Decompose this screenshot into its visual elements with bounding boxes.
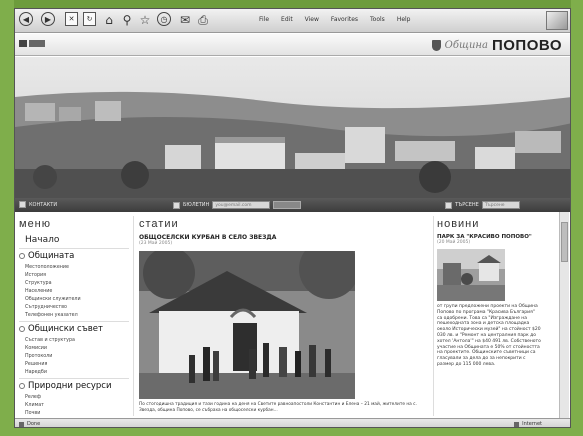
menu-item[interactable]: Релеф xyxy=(19,393,129,401)
menu-item[interactable]: Климат xyxy=(19,401,129,409)
column-divider xyxy=(433,216,434,416)
menu-home-link[interactable]: Начало xyxy=(19,234,129,246)
menu-item[interactable]: Наредби xyxy=(19,368,129,376)
coat-of-arms-icon xyxy=(431,40,441,51)
article-title[interactable]: ОБЩОСЕЛСКИ КУРБАН В СЕЛО ЗВЕЗДА xyxy=(139,234,427,241)
news-excerpt: от групи предложени проекти на Община По… xyxy=(437,304,541,367)
news-date: (20 Май 2005) xyxy=(437,240,471,245)
stop-icon[interactable]: ✕ xyxy=(65,12,78,26)
status-done: Done xyxy=(19,421,40,427)
menu-favorites[interactable]: Favorites xyxy=(331,16,358,23)
home-icon[interactable]: ⌂ xyxy=(101,12,117,28)
search-icon[interactable]: ⚲ xyxy=(119,12,135,28)
articles-column: статии ОБЩОСЕЛСКИ КУРБАН В СЕЛО ЗВЕЗДА (… xyxy=(139,218,427,413)
site-brand[interactable]: Община ПОПОВО xyxy=(431,37,562,54)
article-date: (23 Май 2005) xyxy=(139,241,173,246)
page-icon xyxy=(19,40,27,47)
menu-group-label: Общината xyxy=(28,251,75,261)
search-label: ТЪРСЕНЕ xyxy=(455,202,479,208)
history-icon[interactable]: ◷ xyxy=(157,12,171,26)
menu-bar: File Edit View Favorites Tools Help xyxy=(259,16,411,23)
left-menu: меню Начало Общината Местоположение Исто… xyxy=(19,218,129,417)
menu-item[interactable]: Комисии xyxy=(19,344,129,352)
frame-left xyxy=(0,0,14,436)
refresh-icon[interactable]: ↻ xyxy=(83,12,96,26)
favorites-icon[interactable]: ☆ xyxy=(137,12,153,28)
search-input[interactable]: Търсене xyxy=(481,201,520,209)
globe-icon xyxy=(514,421,520,427)
menu-view[interactable]: View xyxy=(305,16,319,23)
menu-item[interactable]: История xyxy=(19,271,129,279)
menu-item[interactable]: Местоположение xyxy=(19,263,129,271)
menu-item[interactable]: Телефонен указател xyxy=(19,311,129,319)
menu-tools[interactable]: Tools xyxy=(370,16,385,23)
bullet-icon xyxy=(19,253,25,259)
town-panorama-image xyxy=(15,57,570,198)
news-scrollbar[interactable] xyxy=(559,212,569,418)
menu-item[interactable]: Общински служители xyxy=(19,295,129,303)
page-content: меню Начало Общината Местоположение Исто… xyxy=(15,212,570,418)
articles-heading: статии xyxy=(139,218,179,230)
newsletter-email-input[interactable]: you@email.com xyxy=(212,201,271,209)
newsletter-label: БЮЛЕТИН xyxy=(183,202,210,208)
menu-group-municipality[interactable]: Общината xyxy=(19,248,129,263)
contacts-link[interactable]: КОНТАКТИ xyxy=(19,201,57,208)
bullet-icon xyxy=(19,383,25,389)
menu-item[interactable]: Решения xyxy=(19,360,129,368)
news-photo xyxy=(437,249,505,301)
menu-group-label: Общински съвет xyxy=(28,324,103,334)
menu-item[interactable]: Почви xyxy=(19,409,129,417)
status-zone: Internet xyxy=(514,421,542,427)
site-header: Община ПОПОВО xyxy=(15,34,570,56)
browser-toolbar: ◀ ▶ ✕ ↻ ⌂ ⚲ ☆ ◷ ✉ ⎙ File Edit View Favor… xyxy=(15,9,570,33)
newsletter-submit-button[interactable] xyxy=(273,201,302,209)
menu-item[interactable]: Протоколи xyxy=(19,352,129,360)
mail-icon[interactable]: ✉ xyxy=(177,12,193,28)
contacts-label: КОНТАКТИ xyxy=(29,201,58,208)
menu-item[interactable]: Сътрудничество xyxy=(19,303,129,311)
status-bar: Done Internet xyxy=(15,418,570,427)
menu-group-council[interactable]: Общински съвет xyxy=(19,321,129,336)
menu-group-resources[interactable]: Природни ресурси xyxy=(19,378,129,393)
windows-logo-icon xyxy=(546,11,568,30)
newsletter-icon xyxy=(173,201,180,209)
page-status-icon xyxy=(19,421,24,427)
menu-item[interactable]: Състав и структура xyxy=(19,336,129,344)
news-column: новини ПАРК ЗА "КРАСИВО ПОПОВО" (20 Май … xyxy=(437,218,547,368)
browser-window: ◀ ▶ ✕ ↻ ⌂ ⚲ ☆ ◷ ✉ ⎙ File Edit View Favor… xyxy=(14,8,571,428)
zone-text: Internet xyxy=(522,421,542,427)
menu-heading: меню xyxy=(19,218,52,230)
column-divider xyxy=(133,216,134,416)
menu-help[interactable]: Help xyxy=(397,16,411,23)
menu-group-label: Природни ресурси xyxy=(28,381,112,391)
toolbar-grip-icon xyxy=(29,40,45,47)
contacts-icon xyxy=(19,201,26,208)
menu-file[interactable]: File xyxy=(259,16,269,23)
menu-edit[interactable]: Edit xyxy=(281,16,293,23)
news-heading: новини xyxy=(437,218,480,230)
print-icon[interactable]: ⎙ xyxy=(195,12,211,28)
back-icon[interactable]: ◀ xyxy=(19,12,33,26)
menu-item[interactable]: Структура xyxy=(19,279,129,287)
article-photo xyxy=(139,251,355,399)
search-box-icon xyxy=(445,201,452,209)
scrollbar-thumb[interactable] xyxy=(561,222,568,262)
search-form: ТЪРСЕНЕ Търсене xyxy=(445,201,520,209)
brand-prefix: Община xyxy=(444,40,488,51)
status-text: Done xyxy=(27,421,41,427)
frame-right xyxy=(571,0,583,436)
bullet-icon xyxy=(19,326,25,332)
site-nav-strip: КОНТАКТИ БЮЛЕТИН you@email.com ТЪРСЕНЕ Т… xyxy=(15,198,570,212)
newsletter-form: БЮЛЕТИН you@email.com xyxy=(173,201,302,209)
article-excerpt: По стогодишна традиция и тази година на … xyxy=(139,402,417,413)
brand-name: ПОПОВО xyxy=(491,37,562,54)
menu-item[interactable]: Население xyxy=(19,287,129,295)
forward-icon[interactable]: ▶ xyxy=(41,12,55,26)
